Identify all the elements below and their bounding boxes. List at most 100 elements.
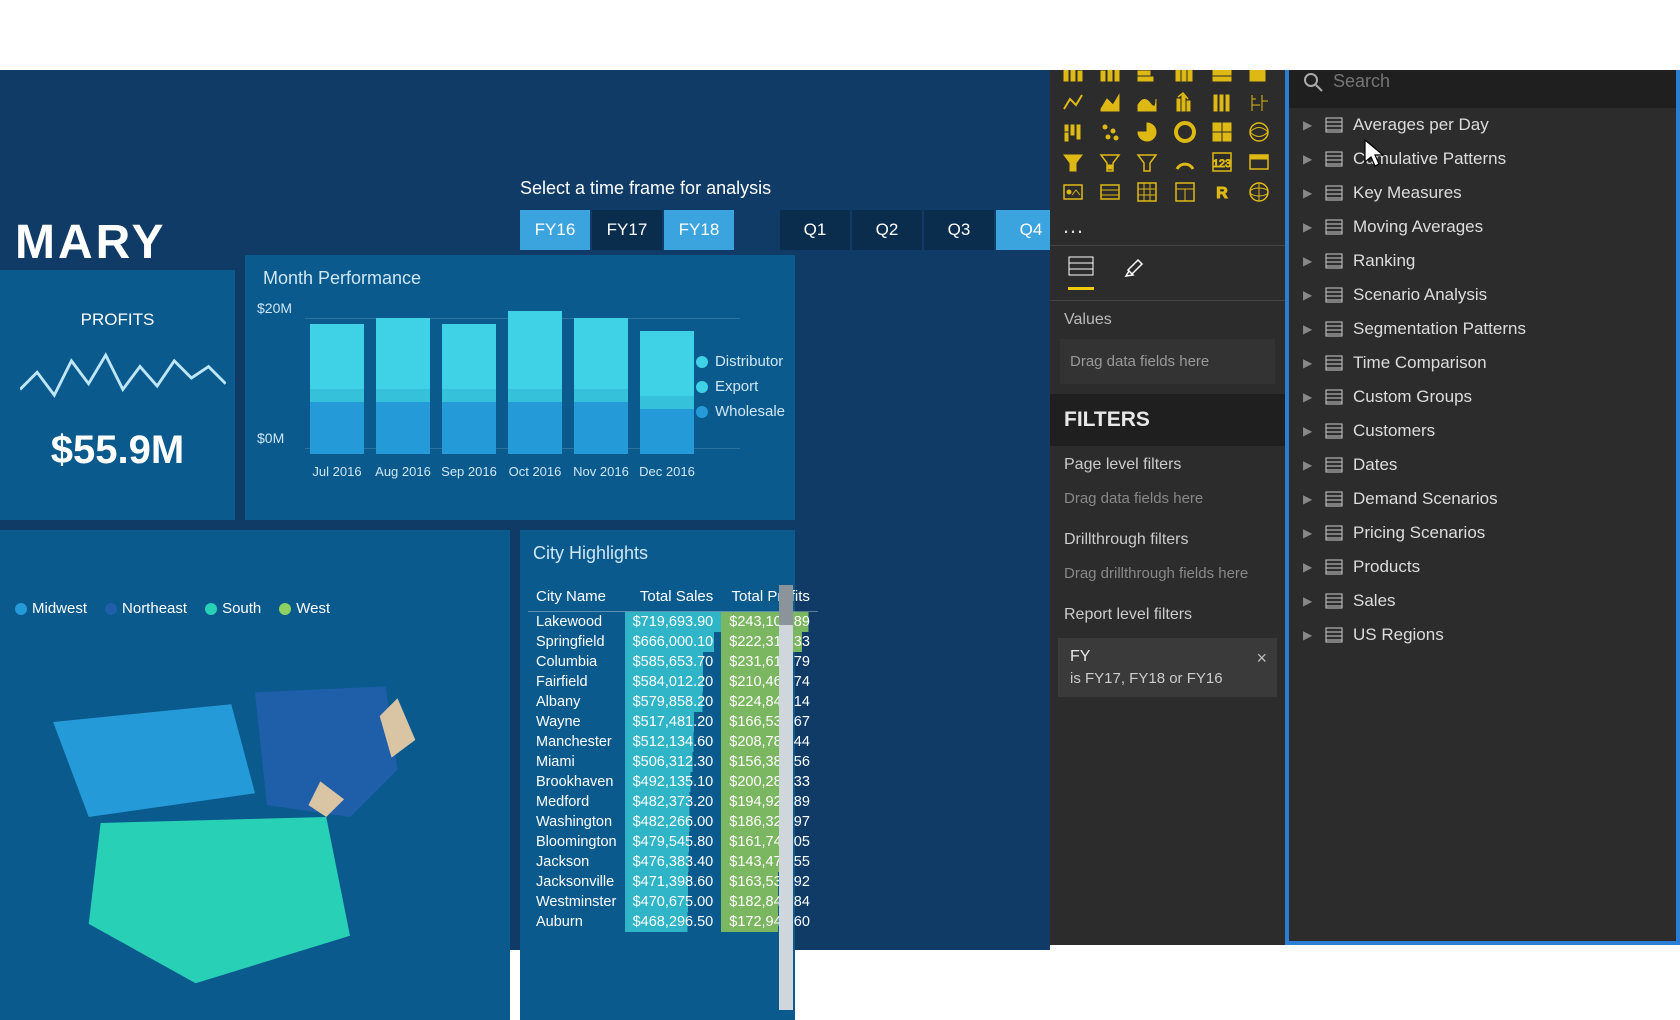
drillthrough-drop[interactable]: Drag drillthrough fields here [1050,559,1285,596]
fields-tab[interactable] [1068,256,1094,290]
field-table-sales[interactable]: ▶Sales [1289,584,1676,618]
viz-type-icon[interactable] [1095,179,1125,205]
viz-type-icon[interactable] [1095,89,1125,115]
viz-type-icon[interactable] [1244,179,1274,205]
table-row[interactable]: Springfield$666,000.10$222,318.33 [528,632,818,652]
table-icon [1325,423,1343,439]
region-legend-item[interactable]: West [279,600,330,617]
viz-type-icon[interactable] [1058,179,1088,205]
quarter-button-q3[interactable]: Q3 [924,210,994,250]
fy-button-fy16[interactable]: FY16 [520,210,590,250]
viz-type-icon[interactable] [1170,89,1200,115]
page-filters-drop[interactable]: Drag data fields here [1050,484,1285,521]
quarter-button-q2[interactable]: Q2 [852,210,922,250]
field-table-scenario-analysis[interactable]: ▶Scenario Analysis [1289,278,1676,312]
table-row[interactable]: Manchester$512,134.60$208,780.44 [528,732,818,752]
viz-type-icon[interactable] [1132,149,1162,175]
timeframe-label: Select a time frame for analysis [520,178,771,199]
region-legend-item[interactable]: Midwest [15,600,87,617]
bar[interactable] [574,318,628,455]
bar[interactable] [310,324,364,454]
quarter-button-q1[interactable]: Q1 [780,210,850,250]
region-legend-item[interactable]: South [205,600,261,617]
viz-type-icon[interactable]: R [1207,179,1237,205]
viz-type-icon[interactable] [1207,119,1237,145]
more-visuals-icon[interactable]: … [1050,213,1285,245]
city-highlights-card[interactable]: City Highlights City Name Total Sales To… [520,530,795,1020]
field-table-us-regions[interactable]: ▶US Regions [1289,618,1676,652]
bar[interactable] [442,324,496,454]
table-row[interactable]: Jacksonville$471,398.60$163,530.92 [528,872,818,892]
bar[interactable] [640,331,694,455]
field-table-time-comparison[interactable]: ▶Time Comparison [1289,346,1676,380]
format-tab[interactable] [1124,256,1146,290]
region-map-card[interactable]: Midwest Northeast South West [0,530,510,1020]
region-legend-item[interactable]: Northeast [105,600,187,617]
legend-item[interactable]: Wholesale [696,403,785,420]
search-input[interactable] [1333,71,1662,92]
field-table-demand-scenarios[interactable]: ▶Demand Scenarios [1289,482,1676,516]
table-row[interactable]: Lakewood$719,693.90$243,106.89 [528,612,818,633]
scrollbar-thumb[interactable] [779,585,793,625]
viz-type-icon[interactable] [1132,89,1162,115]
viz-type-icon[interactable] [1058,89,1088,115]
viz-type-icon[interactable] [1058,119,1088,145]
report-filter-fy[interactable]: FY is FY17, FY18 or FY16 × [1058,638,1277,697]
report-canvas: MARY Select a time frame for analysis FY… [0,70,1050,950]
field-table-ranking[interactable]: ▶Ranking [1289,244,1676,278]
viz-type-icon[interactable]: 123 [1207,149,1237,175]
viz-type-icon[interactable] [1244,89,1274,115]
viz-type-icon[interactable] [1132,119,1162,145]
fy-button-fy17[interactable]: FY17 [592,210,662,250]
col-city[interactable]: City Name [528,582,625,612]
col-profits[interactable]: Total Profits [721,582,818,612]
table-row[interactable]: Washington$482,266.00$186,320.97 [528,812,818,832]
field-table-customers[interactable]: ▶Customers [1289,414,1676,448]
bar[interactable] [508,311,562,454]
field-table-pricing-scenarios[interactable]: ▶Pricing Scenarios [1289,516,1676,550]
viz-type-icon[interactable] [1244,119,1274,145]
viz-type-icon[interactable] [1095,149,1125,175]
viz-type-icon[interactable] [1244,149,1274,175]
field-table-segmentation-patterns[interactable]: ▶Segmentation Patterns [1289,312,1676,346]
viz-type-icon[interactable] [1095,119,1125,145]
values-drop-well[interactable]: Drag data fields here [1060,339,1275,384]
legend-item[interactable]: Distributor [696,353,785,370]
viz-type-icon[interactable] [1170,119,1200,145]
table-row[interactable]: Auburn$468,296.50$172,940.60 [528,912,818,932]
table-scrollbar[interactable] [779,585,793,1010]
field-table-key-measures[interactable]: ▶Key Measures [1289,176,1676,210]
table-row[interactable]: Wayne$517,481.20$166,535.67 [528,712,818,732]
table-icon [1325,593,1343,609]
table-row[interactable]: Medford$482,373.20$194,921.89 [528,792,818,812]
table-row[interactable]: Brookhaven$492,135.10$200,289.33 [528,772,818,792]
viz-type-icon[interactable] [1058,149,1088,175]
field-table-dates[interactable]: ▶Dates [1289,448,1676,482]
viz-type-icon[interactable] [1170,179,1200,205]
table-row[interactable]: Westminster$470,675.00$182,846.84 [528,892,818,912]
col-sales[interactable]: Total Sales [625,582,722,612]
table-row[interactable]: Bloomington$479,545.80$161,747.05 [528,832,818,852]
table-row[interactable]: Fairfield$584,012.20$210,460.74 [528,672,818,692]
field-table-products[interactable]: ▶Products [1289,550,1676,584]
bar[interactable] [376,318,430,455]
field-table-cumulative-patterns[interactable]: ▶Cumulative Patterns [1289,142,1676,176]
viz-type-icon[interactable] [1132,179,1162,205]
field-table-averages-per-day[interactable]: ▶Averages per Day [1289,108,1676,142]
field-table-custom-groups[interactable]: ▶Custom Groups [1289,380,1676,414]
table-icon [1325,491,1343,507]
legend-item[interactable]: Export [696,378,785,395]
table-row[interactable]: Miami$506,312.30$156,382.56 [528,752,818,772]
table-row[interactable]: Columbia$585,653.70$231,617.79 [528,652,818,672]
table-row[interactable]: Albany$579,858.20$224,840.14 [528,692,818,712]
profits-value: $55.9M [20,428,215,473]
close-icon[interactable]: × [1256,648,1267,669]
fy-button-fy18[interactable]: FY18 [664,210,734,250]
month-performance-card[interactable]: Month Performance $20M $0M Jul 2016Aug 2… [245,255,795,520]
us-map[interactable] [15,627,495,1007]
table-row[interactable]: Jackson$476,383.40$143,476.55 [528,852,818,872]
viz-type-icon[interactable] [1207,89,1237,115]
viz-type-icon[interactable] [1170,149,1200,175]
chevron-right-icon: ▶ [1303,356,1315,370]
field-table-moving-averages[interactable]: ▶Moving Averages [1289,210,1676,244]
